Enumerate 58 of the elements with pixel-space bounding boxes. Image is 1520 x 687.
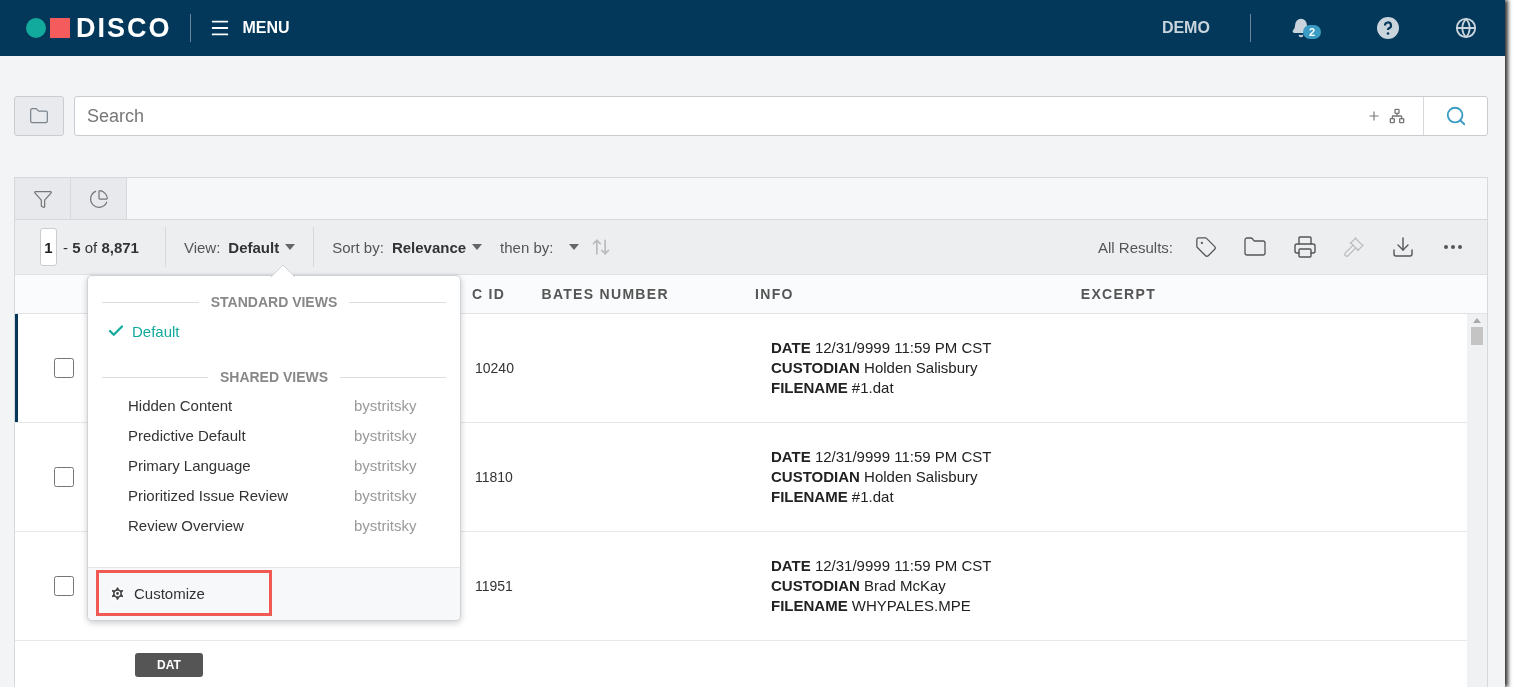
scrollbar-thumb[interactable] bbox=[1471, 327, 1483, 345]
row-checkbox[interactable] bbox=[54, 467, 74, 487]
help-icon[interactable] bbox=[1377, 17, 1399, 39]
document-info: DATE 12/31/9999 11:59 PM CST CUSTODIAN Holden Salisbury FILENAME #1.dat bbox=[770, 447, 992, 507]
result-range: - 5 of 8,871 bbox=[63, 238, 139, 256]
plus-icon[interactable] bbox=[1367, 109, 1381, 123]
folder-button[interactable] bbox=[14, 96, 64, 136]
doc-id: 11810 bbox=[475, 469, 513, 485]
caret-icon bbox=[569, 244, 580, 250]
scrollbar-track[interactable] bbox=[1467, 314, 1487, 687]
folder-icon[interactable] bbox=[1243, 235, 1267, 259]
tag-icon[interactable] bbox=[1195, 236, 1217, 258]
then-by-label: then by: bbox=[500, 238, 554, 256]
caret-icon bbox=[285, 244, 296, 250]
logo[interactable]: DISCO bbox=[26, 12, 172, 44]
search-bar[interactable]: Search bbox=[74, 96, 1488, 136]
view-dropdown[interactable]: Default bbox=[228, 238, 296, 256]
search-input[interactable]: Search bbox=[75, 105, 1367, 127]
caret-icon bbox=[472, 244, 483, 250]
row-checkbox[interactable] bbox=[54, 576, 74, 596]
gear-icon bbox=[109, 584, 126, 602]
doc-id: 10240 bbox=[475, 360, 514, 376]
row-checkbox[interactable] bbox=[54, 358, 74, 378]
file-type-badge: DAT bbox=[135, 653, 203, 677]
view-option[interactable]: Predictive Default bystritsky bbox=[88, 421, 460, 451]
all-results-label: All Results: bbox=[1097, 238, 1173, 256]
column-header[interactable]: BATES NUMBER bbox=[528, 286, 743, 302]
view-option[interactable]: Prioritized Issue Review bystritsky bbox=[88, 481, 460, 511]
menu-button[interactable]: MENU bbox=[208, 17, 290, 39]
globe-icon[interactable] bbox=[1455, 17, 1477, 39]
then-by-dropdown[interactable] bbox=[569, 244, 580, 250]
document-info: DATE 12/31/9999 11:59 PM CST CUSTODIAN Holden Salisbury FILENAME #1.dat bbox=[770, 338, 992, 398]
view-option[interactable]: Primary Language bystritsky bbox=[88, 451, 460, 481]
column-header[interactable]: INFO bbox=[742, 286, 1068, 302]
column-header[interactable]: EXCERPT bbox=[1067, 286, 1465, 302]
pie-chart-icon[interactable] bbox=[88, 188, 109, 209]
document-info: DATE 12/31/9999 11:59 PM CST CUSTODIAN Brad McKay FILENAME WHYPALES.MPE bbox=[770, 556, 992, 616]
notification-count: 2 bbox=[1302, 25, 1321, 39]
workspace-name[interactable]: DEMO bbox=[1161, 19, 1210, 37]
view-option[interactable]: Hidden Content bystritsky bbox=[88, 391, 460, 421]
search-icon[interactable] bbox=[1444, 105, 1467, 127]
doc-id: 11951 bbox=[475, 578, 513, 594]
hierarchy-icon[interactable] bbox=[1389, 108, 1405, 124]
sort-dropdown[interactable]: Relevance bbox=[391, 238, 483, 256]
page-input[interactable]: 1 bbox=[40, 228, 57, 266]
download-icon[interactable] bbox=[1391, 235, 1415, 259]
folder-icon[interactable] bbox=[29, 106, 49, 126]
pie-chart-tab[interactable] bbox=[71, 178, 127, 219]
filter-tab[interactable] bbox=[15, 178, 71, 219]
column-header[interactable]: C ID bbox=[458, 286, 529, 302]
filter-icon[interactable] bbox=[32, 188, 53, 209]
section-title: SHARED VIEWS bbox=[88, 369, 460, 385]
sort-label: Sort by: bbox=[332, 238, 384, 256]
section-title: STANDARD VIEWS bbox=[88, 294, 460, 310]
customize-button[interactable]: Customize bbox=[96, 570, 272, 616]
result-row[interactable]: DAT bbox=[15, 641, 1467, 687]
view-label: View: bbox=[183, 238, 221, 256]
print-icon[interactable] bbox=[1293, 235, 1317, 259]
